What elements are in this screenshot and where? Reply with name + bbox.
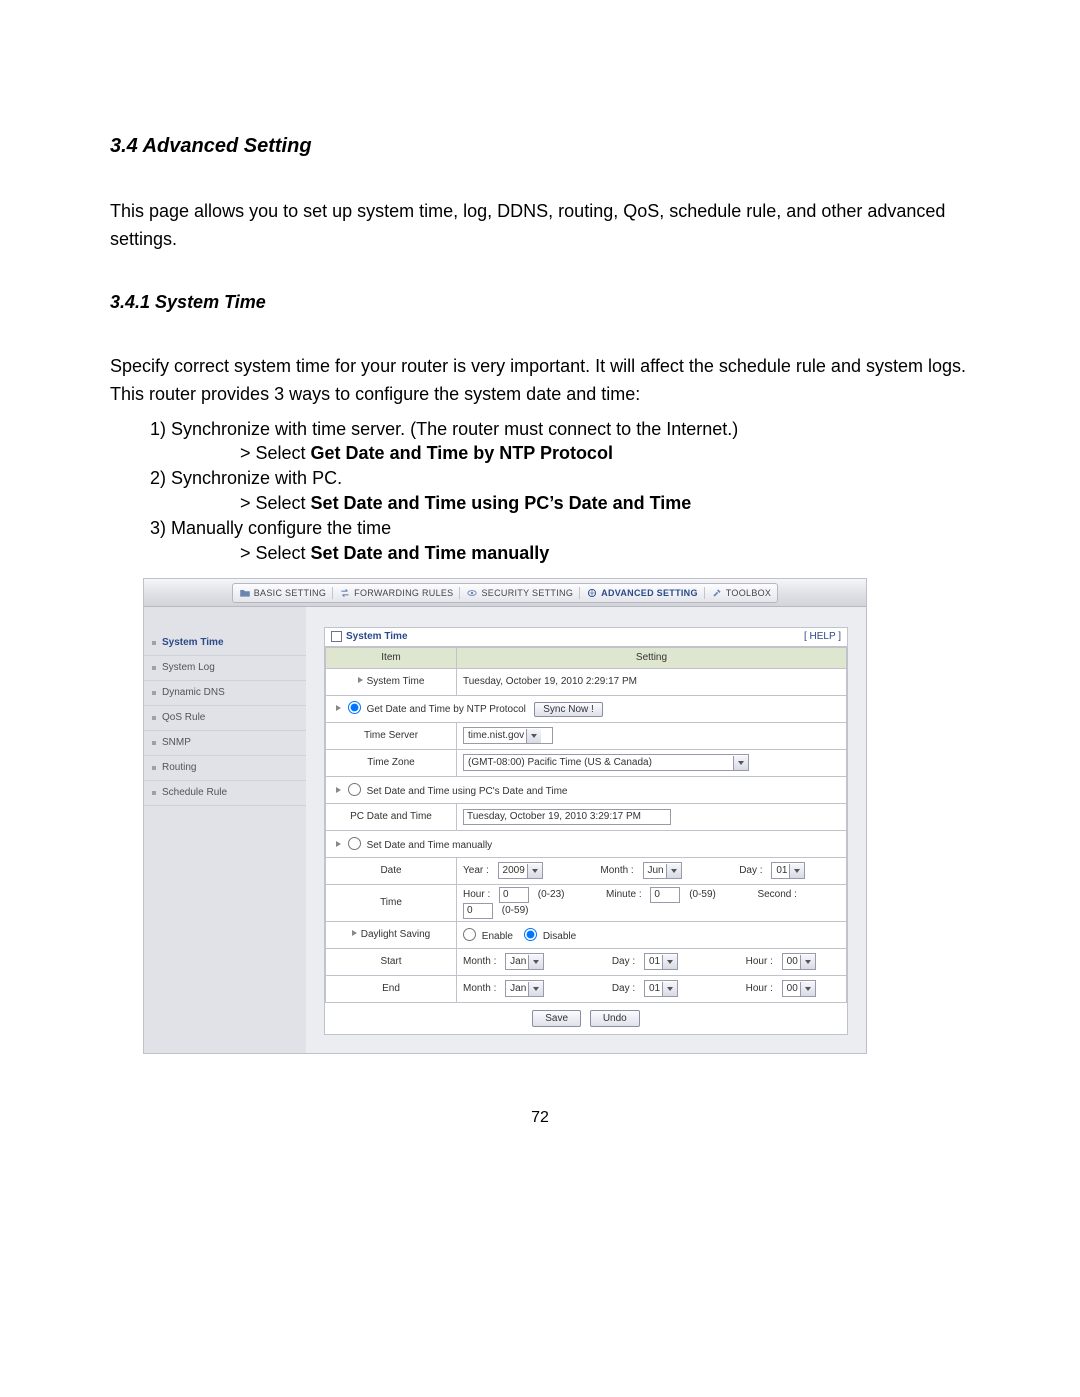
section-heading: 3.4 Advanced Setting bbox=[110, 135, 970, 158]
minute-input[interactable]: 0 bbox=[650, 887, 680, 903]
row-opt-ntp: Get Date and Time by NTP Protocol Sync N… bbox=[326, 695, 847, 722]
row-timeserver-label: Time Server bbox=[326, 722, 457, 749]
row-dls-start-label: Start bbox=[326, 948, 457, 975]
radio-dls-enable[interactable] bbox=[463, 928, 476, 941]
sidebar-item-routing[interactable]: Routing bbox=[144, 756, 306, 781]
list-item-3: 3) Manually configure the time bbox=[150, 514, 970, 543]
chevron-right-icon bbox=[336, 787, 341, 793]
dls-end-hour-select[interactable]: 00 bbox=[782, 980, 816, 997]
list-item-1: 1) Synchronize with time server. (The ro… bbox=[150, 415, 970, 444]
row-time-label: Time bbox=[326, 884, 457, 921]
timezone-select[interactable]: (GMT-08:00) Pacific Time (US & Canada) bbox=[463, 754, 749, 771]
col-item: Item bbox=[326, 647, 457, 668]
eye-icon bbox=[466, 587, 478, 599]
row-date-label: Date bbox=[326, 857, 457, 884]
sidebar-item-snmp[interactable]: SNMP bbox=[144, 731, 306, 756]
year-select[interactable]: 2009 bbox=[498, 862, 543, 879]
radio-ntp[interactable] bbox=[348, 701, 361, 714]
dls-start-day-select[interactable]: 01 bbox=[644, 953, 678, 970]
folder-icon bbox=[239, 587, 251, 599]
timeserver-select[interactable]: time.nist.gov bbox=[463, 727, 553, 744]
list-item-2: 2) Synchronize with PC. bbox=[150, 464, 970, 493]
chevron-down-icon bbox=[733, 756, 748, 770]
tab-security-setting[interactable]: SECURITY SETTING bbox=[460, 587, 580, 599]
action-row: Save Undo bbox=[325, 1003, 847, 1034]
section-intro: This page allows you to set up system ti… bbox=[110, 198, 970, 254]
tab-bar: BASIC SETTING FORWARDING RULES SECURITY … bbox=[144, 579, 866, 607]
dls-end-day-select[interactable]: 01 bbox=[644, 980, 678, 997]
undo-button[interactable]: Undo bbox=[590, 1010, 640, 1027]
radio-pc[interactable] bbox=[348, 783, 361, 796]
tab-basic-setting[interactable]: BASIC SETTING bbox=[233, 587, 333, 599]
chevron-down-icon bbox=[800, 982, 815, 996]
sync-now-button[interactable]: Sync Now ! bbox=[534, 702, 603, 717]
sidebar-item-qos-rule[interactable]: QoS Rule bbox=[144, 706, 306, 731]
content-area: System Time [ HELP ] Item Setting System… bbox=[306, 607, 866, 1053]
dls-start-hour-select[interactable]: 00 bbox=[782, 953, 816, 970]
chevron-down-icon bbox=[528, 955, 543, 969]
list-item-3-sub: > Select Set Date and Time manually bbox=[240, 543, 970, 564]
row-dls-options: Enable Disable bbox=[457, 921, 847, 948]
row-opt-manual: Set Date and Time manually bbox=[326, 830, 847, 857]
swap-icon bbox=[339, 587, 351, 599]
chevron-right-icon bbox=[352, 930, 357, 936]
router-screenshot: BASIC SETTING FORWARDING RULES SECURITY … bbox=[143, 578, 867, 1054]
save-button[interactable]: Save bbox=[532, 1010, 581, 1027]
help-link[interactable]: [ HELP ] bbox=[804, 631, 841, 642]
row-pctime-value: Tuesday, October 19, 2010 3:29:17 PM bbox=[457, 803, 847, 830]
chevron-right-icon bbox=[336, 841, 341, 847]
row-timezone-value: (GMT-08:00) Pacific Time (US & Canada) bbox=[457, 749, 847, 776]
sidebar: System Time System Log Dynamic DNS QoS R… bbox=[144, 607, 306, 1053]
hour-input[interactable]: 0 bbox=[499, 887, 529, 903]
dls-start-month-select[interactable]: Jan bbox=[505, 953, 544, 970]
row-timeserver-value: time.nist.gov bbox=[457, 722, 847, 749]
sidebar-item-dynamic-dns[interactable]: Dynamic DNS bbox=[144, 681, 306, 706]
radio-manual[interactable] bbox=[348, 837, 361, 850]
chevron-down-icon bbox=[528, 982, 543, 996]
row-time-fields: Hour : 0 (0-23) Minute : 0 (0-59) Second… bbox=[457, 884, 847, 921]
chevron-down-icon bbox=[666, 864, 681, 878]
radio-dls-disable[interactable] bbox=[524, 928, 537, 941]
row-pctime-label: PC Date and Time bbox=[326, 803, 457, 830]
row-dls-start-fields: Month : Jan Day : 01 Hour : 00 bbox=[457, 948, 847, 975]
list-item-1-sub: > Select Get Date and Time by NTP Protoc… bbox=[240, 443, 970, 464]
tab-toolbox[interactable]: TOOLBOX bbox=[705, 587, 777, 599]
dls-end-month-select[interactable]: Jan bbox=[505, 980, 544, 997]
tab-forwarding-rules[interactable]: FORWARDING RULES bbox=[333, 587, 460, 599]
row-dls-end-fields: Month : Jan Day : 01 Hour : 00 bbox=[457, 975, 847, 1002]
day-select[interactable]: 01 bbox=[771, 862, 805, 879]
row-dls-end-label: End bbox=[326, 975, 457, 1002]
chevron-down-icon bbox=[662, 982, 677, 996]
row-opt-pc: Set Date and Time using PC's Date and Ti… bbox=[326, 776, 847, 803]
row-systime-label: System Time bbox=[326, 668, 457, 695]
subsection-intro: Specify correct system time for your rou… bbox=[110, 353, 970, 409]
month-select[interactable]: Jun bbox=[643, 862, 682, 879]
chevron-right-icon bbox=[358, 677, 363, 683]
globe-icon bbox=[586, 587, 598, 599]
chevron-down-icon bbox=[789, 864, 804, 878]
list-item-2-sub: > Select Set Date and Time using PC’s Da… bbox=[240, 493, 970, 514]
page-number: 72 bbox=[110, 1109, 970, 1127]
subsection-heading: 3.4.1 System Time bbox=[110, 292, 970, 313]
chevron-right-icon bbox=[336, 705, 341, 711]
tools-icon bbox=[711, 587, 723, 599]
row-date-fields: Year : 2009 Month : Jun Day : 01 bbox=[457, 857, 847, 884]
pc-datetime-field[interactable]: Tuesday, October 19, 2010 3:29:17 PM bbox=[463, 809, 671, 825]
row-dls-label: Daylight Saving bbox=[326, 921, 457, 948]
sidebar-item-system-log[interactable]: System Log bbox=[144, 656, 306, 681]
chevron-down-icon bbox=[526, 729, 541, 743]
chevron-down-icon bbox=[662, 955, 677, 969]
sidebar-item-schedule-rule[interactable]: Schedule Rule bbox=[144, 781, 306, 806]
sidebar-item-system-time[interactable]: System Time bbox=[144, 631, 306, 656]
tab-advanced-setting[interactable]: ADVANCED SETTING bbox=[580, 587, 705, 599]
square-icon bbox=[331, 631, 342, 642]
chevron-down-icon bbox=[800, 955, 815, 969]
row-systime-value: Tuesday, October 19, 2010 2:29:17 PM bbox=[457, 668, 847, 695]
col-setting: Setting bbox=[457, 647, 847, 668]
chevron-down-icon bbox=[527, 864, 542, 878]
panel-title: System Time bbox=[346, 631, 408, 642]
row-timezone-label: Time Zone bbox=[326, 749, 457, 776]
second-input[interactable]: 0 bbox=[463, 903, 493, 919]
